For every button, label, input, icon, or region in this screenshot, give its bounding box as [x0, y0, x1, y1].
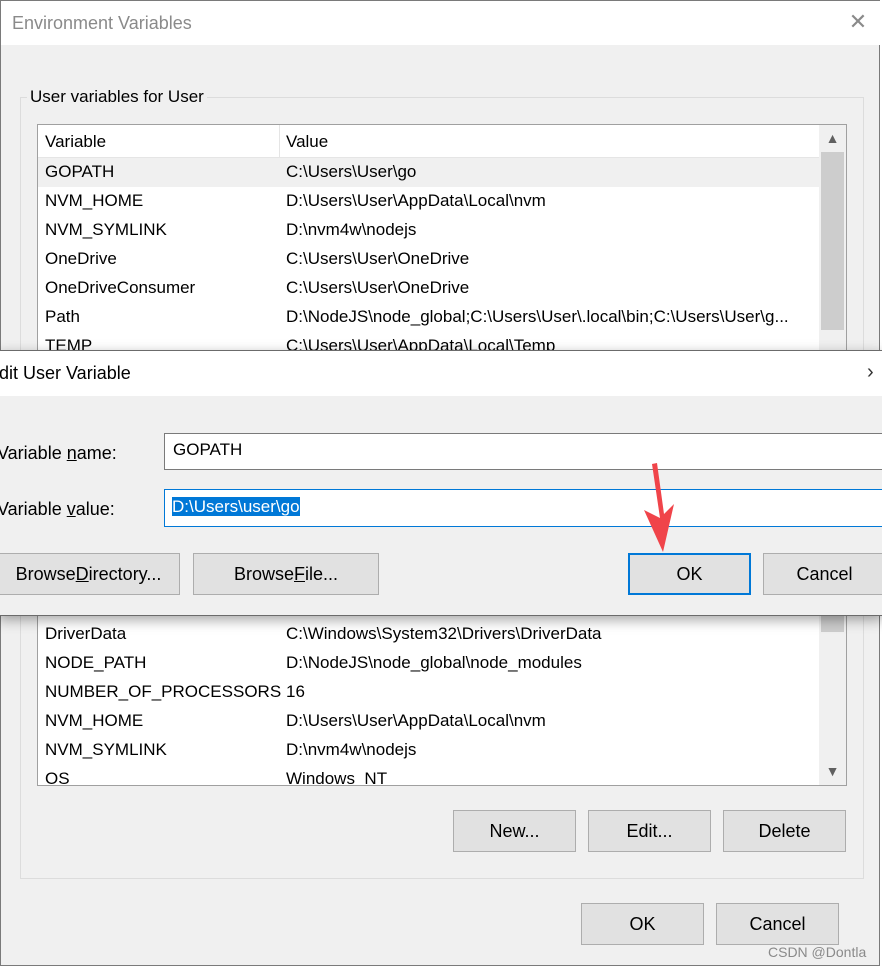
env-window-title: Environment Variables [12, 13, 192, 33]
variable-name-cell: DriverData [45, 624, 127, 643]
user-variables-label: User variables for User [27, 87, 207, 107]
table-row[interactable]: OneDrive C:\Users\User\OneDrive [38, 245, 819, 274]
variable-value-cell: D:\NodeJS\node_global;C:\Users\User\.loc… [286, 307, 789, 326]
system-variables-list[interactable]: DriverData C:\Windows\System32\Drivers\D… [37, 601, 847, 786]
selected-value-text: D:\Users\user\go [172, 497, 300, 516]
scroll-up-icon[interactable]: ▲ [819, 127, 846, 149]
variable-value-cell: D:\Users\User\AppData\Local\nvm [286, 191, 546, 210]
env-titlebar: Environment Variables ✕ [1, 1, 881, 45]
variable-name-cell: NUMBER_OF_PROCESSORS [45, 682, 282, 701]
edit-user-variable-dialog: dit User Variable › Variable name: GOPAT… [0, 350, 882, 616]
scroll-down-icon[interactable]: ▼ [819, 760, 846, 782]
variable-name-cell: NODE_PATH [45, 653, 147, 672]
variable-value-cell: D:\nvm4w\nodejs [286, 740, 417, 759]
variable-name-cell: OneDriveConsumer [45, 278, 196, 297]
browse-file-button[interactable]: Browse File... [193, 553, 379, 595]
variable-value-cell: D:\NodeJS\node_global\node_modules [286, 653, 582, 672]
system-list-scrollbar[interactable]: ▼ [819, 602, 846, 785]
env-ok-button[interactable]: OK [581, 903, 704, 945]
table-row[interactable]: NUMBER_OF_PROCESSORS 16 [38, 678, 819, 707]
variable-name-cell: GOPATH [45, 162, 115, 181]
browse-directory-button[interactable]: Browse Directory... [0, 553, 180, 595]
variable-name-input[interactable]: GOPATH [164, 433, 882, 470]
variable-value-cell: C:\Users\User\OneDrive [286, 249, 470, 268]
variable-value-label: Variable value: [0, 499, 115, 519]
variable-name-cell: OneDrive [45, 249, 117, 268]
table-row[interactable]: OneDriveConsumer C:\Users\User\OneDrive [38, 274, 819, 303]
variable-name-cell: NVM_SYMLINK [45, 220, 167, 239]
variable-value-cell: Windows_NT [286, 769, 388, 786]
variable-value-cell: C:\Users\User\OneDrive [286, 278, 470, 297]
new-system-variable-button[interactable]: New... [453, 810, 576, 852]
table-row[interactable]: OS Windows_NT [38, 765, 819, 786]
list-header: Variable Value [38, 125, 819, 158]
table-row[interactable]: NODE_PATH D:\NodeJS\node_global\node_mod… [38, 649, 819, 678]
variable-value-input[interactable]: D:\Users\user\go [164, 489, 882, 527]
variable-name-cell: NVM_SYMLINK [45, 740, 167, 759]
variable-name-cell: OS [45, 769, 70, 786]
user-variables-list[interactable]: Variable Value GOPATH C:\Users\User\go N… [37, 124, 847, 364]
variable-name-cell: NVM_HOME [45, 711, 144, 730]
scrollbar-thumb[interactable] [821, 152, 844, 330]
column-divider[interactable] [279, 125, 280, 157]
column-header-value[interactable]: Value [286, 132, 328, 152]
watermark: CSDN @Dontla [768, 944, 867, 960]
table-row[interactable]: NVM_HOME D:\Users\User\AppData\Local\nvm [38, 707, 819, 736]
delete-system-variable-button[interactable]: Delete [723, 810, 846, 852]
variable-value-cell: C:\Users\User\go [286, 162, 417, 181]
variable-value-cell: D:\Users\User\AppData\Local\nvm [286, 711, 546, 730]
annotation-arrow-icon [644, 463, 674, 552]
table-row[interactable]: NVM_SYMLINK D:\nvm4w\nodejs [38, 216, 819, 245]
edit-system-variable-button[interactable]: Edit... [588, 810, 711, 852]
variable-name-label: Variable name: [0, 443, 117, 463]
edit-dialog-title: dit User Variable [0, 363, 131, 383]
variable-name-cell: NVM_HOME [45, 191, 144, 210]
table-row[interactable]: NVM_SYMLINK D:\nvm4w\nodejs [38, 736, 819, 765]
edit-dialog-titlebar: dit User Variable › [0, 351, 882, 396]
table-row[interactable]: DriverData C:\Windows\System32\Drivers\D… [38, 620, 819, 649]
user-list-scrollbar[interactable]: ▲ [819, 125, 846, 363]
edit-cancel-button[interactable]: Cancel [763, 553, 882, 595]
env-cancel-button[interactable]: Cancel [716, 903, 839, 945]
column-header-variable[interactable]: Variable [45, 132, 106, 152]
table-row[interactable]: Path D:\NodeJS\node_global;C:\Users\User… [38, 303, 819, 332]
table-row[interactable]: NVM_HOME D:\Users\User\AppData\Local\nvm [38, 187, 819, 216]
variable-value-cell: D:\nvm4w\nodejs [286, 220, 417, 239]
variable-value-cell: C:\Windows\System32\Drivers\DriverData [286, 624, 602, 643]
variable-value-cell: 16 [286, 682, 305, 701]
close-icon[interactable]: ✕ [847, 11, 869, 33]
variable-name-cell: Path [45, 307, 80, 326]
close-icon[interactable]: › [867, 361, 874, 384]
table-row-selected[interactable]: GOPATH C:\Users\User\go [38, 158, 819, 187]
